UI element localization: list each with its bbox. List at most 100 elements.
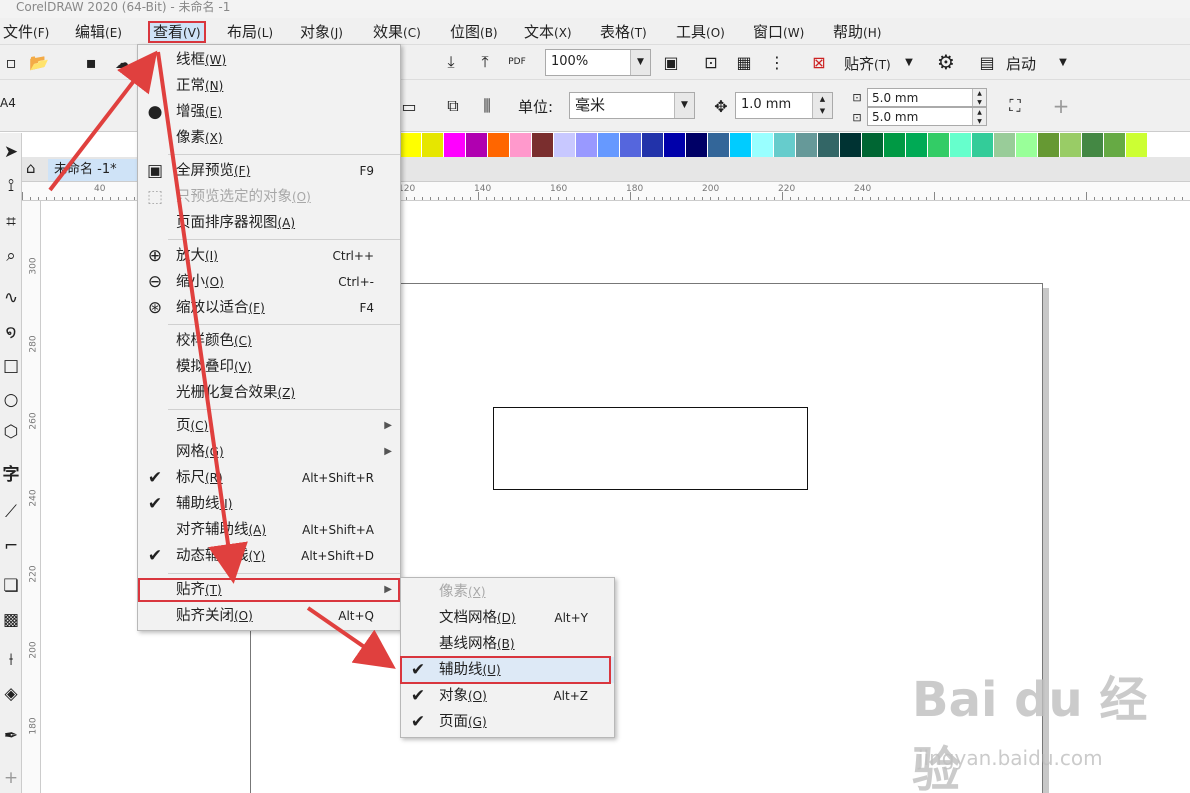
view-menu-item-rasterize-effects[interactable]: 光栅化复合效果(Z) <box>138 380 400 406</box>
snap-menu-item-page[interactable]: ✔ 页面(G) <box>401 709 614 735</box>
transparency-icon[interactable]: ▩ <box>0 607 22 633</box>
shape-tool-icon[interactable]: ⟟ <box>0 173 22 199</box>
color-swatch[interactable] <box>598 133 620 157</box>
import-icon[interactable]: ⤓ <box>440 51 462 73</box>
view-menu-item-full-screen-preview[interactable]: ▣ 全屏预览(F) F9 <box>138 158 400 184</box>
rectangle-object[interactable] <box>493 407 808 490</box>
view-menu-item-page-sorter-view[interactable]: 页面排序器视图(A) <box>138 210 400 236</box>
color-swatch[interactable] <box>642 133 664 157</box>
launch-icon[interactable]: ▤ <box>976 51 998 73</box>
rectangle-tool-icon[interactable]: □ <box>0 353 22 379</box>
current-page-icon[interactable]: ⫼ <box>476 95 498 117</box>
color-swatch[interactable] <box>400 133 422 157</box>
color-swatch[interactable] <box>444 133 466 157</box>
view-menu-item-simulate-overprints[interactable]: 模拟叠印(V) <box>138 354 400 380</box>
spin-buttons[interactable]: ▲ ▼ <box>812 93 832 118</box>
snap-menu-item-document-grid[interactable]: 文档网格(D) Alt+Y <box>401 605 614 631</box>
menu-item[interactable]: 工具(O) <box>673 21 728 43</box>
color-swatch[interactable] <box>730 133 752 157</box>
freehand-tool-icon[interactable]: ∿ <box>0 285 22 311</box>
menu-item[interactable]: 文件(F) <box>0 21 52 43</box>
color-swatch[interactable] <box>422 133 444 157</box>
fill-tool-icon[interactable]: ◈ <box>0 681 22 707</box>
color-swatch[interactable] <box>994 133 1016 157</box>
gear-icon[interactable]: ⚙ <box>935 50 957 74</box>
save-icon[interactable]: ▪ <box>80 51 102 73</box>
color-swatch[interactable] <box>1104 133 1126 157</box>
color-swatch[interactable] <box>862 133 884 157</box>
color-swatch[interactable] <box>950 133 972 157</box>
duplicate-x-input[interactable]: 5.0 mm ▲ ▼ <box>867 88 987 107</box>
color-swatch[interactable] <box>1082 133 1104 157</box>
new-document-icon[interactable]: ▫ <box>0 51 22 73</box>
ellipse-tool-icon[interactable]: ○ <box>0 387 22 413</box>
color-swatch[interactable] <box>796 133 818 157</box>
menu-item[interactable]: 布局(L) <box>224 21 276 43</box>
chevron-down-icon[interactable]: ▼ <box>630 50 650 75</box>
pick-tool-icon[interactable]: ➤ <box>0 139 22 165</box>
color-swatch[interactable] <box>1126 133 1148 157</box>
color-swatch[interactable] <box>488 133 510 157</box>
color-swatch[interactable] <box>972 133 994 157</box>
menu-item[interactable]: 效果(C) <box>370 21 424 43</box>
show-grid-icon[interactable]: ▦ <box>733 51 755 73</box>
spin-buttons[interactable]: ▲ ▼ <box>972 108 986 125</box>
crop-page-icon[interactable]: ⛶ <box>1004 95 1026 117</box>
menu-item[interactable]: 表格(T) <box>597 21 650 43</box>
view-menu-item-rulers[interactable]: ✔ 标尺(R) Alt+Shift+R <box>138 465 400 491</box>
document-tab[interactable]: 未命名 -1* <box>48 159 138 181</box>
color-swatch[interactable] <box>686 133 708 157</box>
view-menu-item-proof-colors[interactable]: 校样颜色(C) <box>138 328 400 354</box>
polygon-tool-icon[interactable]: ⬡ <box>0 419 22 445</box>
menu-item[interactable]: 位图(B) <box>447 21 501 43</box>
view-menu-item-normal[interactable]: 正常(N) <box>138 73 400 99</box>
color-swatch[interactable] <box>466 133 488 157</box>
connector-tool-icon[interactable]: ⌐ <box>0 533 22 559</box>
landscape-icon[interactable]: ▭ <box>398 95 420 117</box>
snap-to-dropdown[interactable]: 贴齐(T) <box>844 53 891 74</box>
view-menu-item-zoom-to-fit[interactable]: ⊛ 缩放以适合(F) F4 <box>138 295 400 321</box>
view-menu-item-guidelines[interactable]: ✔ 辅助线(I) <box>138 491 400 517</box>
color-swatch[interactable] <box>1016 133 1038 157</box>
view-menu-item-enhanced[interactable]: ● 增强(E) <box>138 99 400 125</box>
open-folder-icon[interactable]: 📂 <box>28 51 50 73</box>
color-swatch[interactable] <box>928 133 950 157</box>
show-rulers-icon[interactable]: ⊡ <box>700 51 722 73</box>
page-size-label[interactable]: A4 <box>0 96 16 110</box>
color-swatch[interactable] <box>884 133 906 157</box>
view-menu-item-pixels[interactable]: 像素(X) <box>138 125 400 151</box>
snap-menu-item-baseline-grid[interactable]: 基线网格(B) <box>401 631 614 657</box>
view-menu-item-alignment-guides[interactable]: 对齐辅助线(A) Alt+Shift+A <box>138 517 400 543</box>
snap-menu-item-guidelines[interactable]: ✔ 辅助线(U) <box>401 657 614 683</box>
view-menu-item-snap-to[interactable]: 贴齐(T) ▶ <box>138 577 400 603</box>
color-swatch[interactable] <box>818 133 840 157</box>
color-swatch[interactable] <box>708 133 730 157</box>
zoom-tool-icon[interactable]: ⌕ <box>0 243 22 269</box>
duplicate-y-input[interactable]: 5.0 mm ▲ ▼ <box>867 107 987 126</box>
menu-item[interactable]: 文本(X) <box>521 21 575 43</box>
view-menu-item-wireframe[interactable]: 线框(W) <box>138 47 400 73</box>
color-swatch[interactable] <box>510 133 532 157</box>
crop-tool-icon[interactable]: ⌗ <box>0 209 22 235</box>
color-swatch[interactable] <box>774 133 796 157</box>
full-screen-icon[interactable]: ▣ <box>660 51 682 73</box>
view-menu-item-snap-off[interactable]: 贴齐关闭(O) Alt+Q <box>138 603 400 629</box>
snap-menu-item-objects[interactable]: ✔ 对象(O) Alt+Z <box>401 683 614 709</box>
all-pages-icon[interactable]: ⧉ <box>442 95 464 117</box>
menu-item[interactable]: 窗口(W) <box>750 21 807 43</box>
vertical-ruler[interactable]: 300 280 260 240 220 200 180 <box>22 201 41 793</box>
eyedropper-icon[interactable]: ⟊ <box>0 647 22 673</box>
chevron-down-icon[interactable]: ▼ <box>898 51 920 73</box>
color-swatch[interactable] <box>752 133 774 157</box>
chevron-down-icon[interactable]: ▼ <box>674 93 694 118</box>
color-swatch[interactable] <box>1038 133 1060 157</box>
chevron-down-icon[interactable]: ▼ <box>1052 51 1074 73</box>
color-swatch[interactable] <box>620 133 642 157</box>
launch-button[interactable]: 启动 <box>1006 53 1036 74</box>
view-menu-item-zoom-in[interactable]: ⊕ 放大(I) Ctrl++ <box>138 243 400 269</box>
unit-combo[interactable]: 毫米 ▼ <box>569 92 695 119</box>
drop-shadow-icon[interactable]: ❏ <box>0 573 22 599</box>
color-swatch[interactable] <box>532 133 554 157</box>
nudge-distance-input[interactable]: 1.0 mm ▲ ▼ <box>735 92 833 119</box>
color-swatch[interactable] <box>906 133 928 157</box>
